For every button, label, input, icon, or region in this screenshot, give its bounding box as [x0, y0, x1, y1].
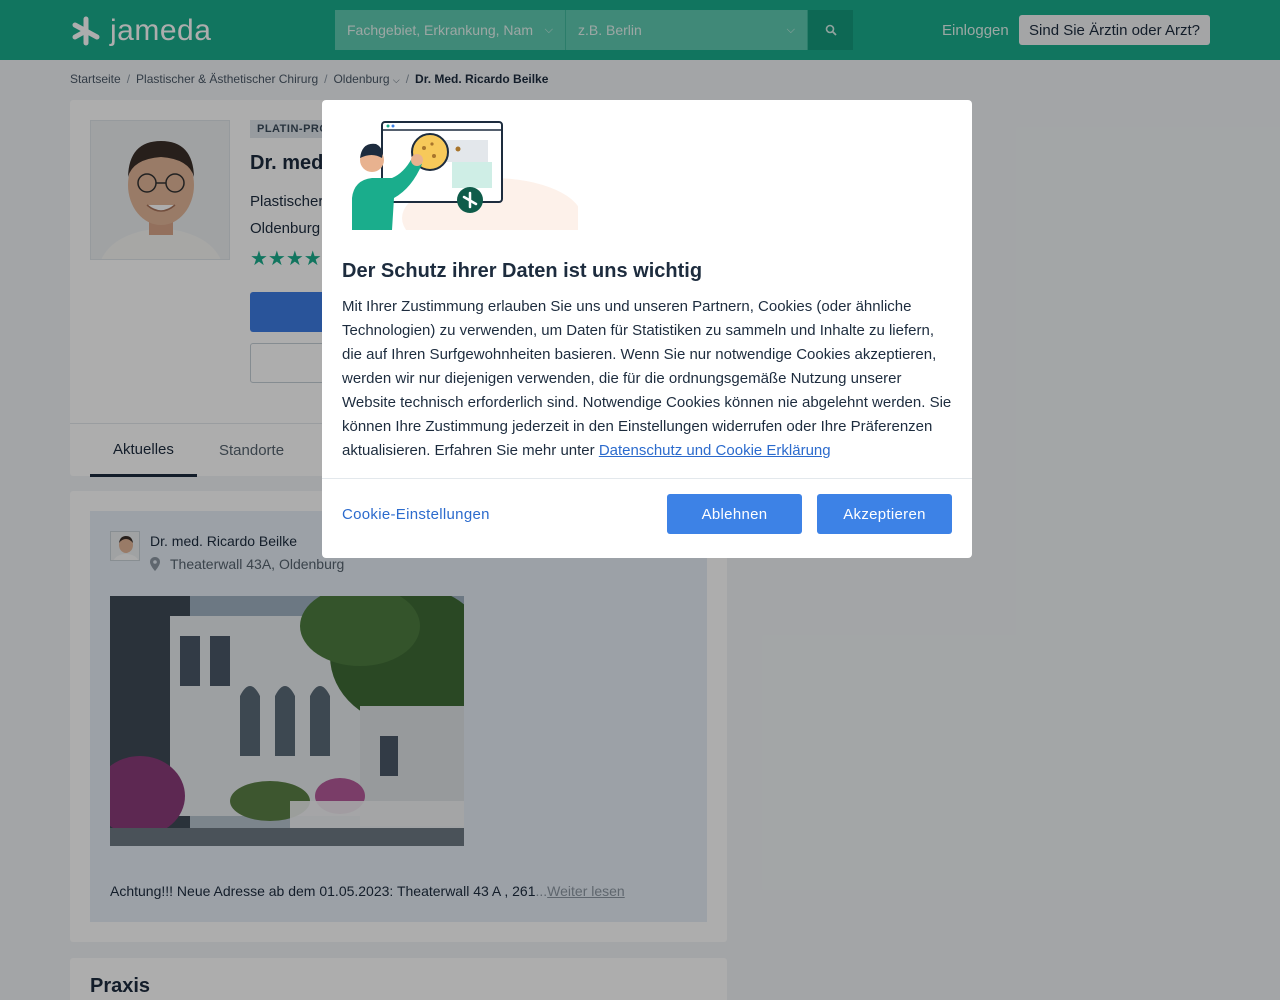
consent-title: Der Schutz ihrer Daten ist uns wichtig — [342, 260, 703, 282]
consent-divider — [322, 478, 972, 479]
privacy-policy-link[interactable]: Datenschutz und Cookie Erklärung — [599, 442, 831, 459]
reject-cookies-button[interactable]: Ablehnen — [667, 494, 802, 534]
cookie-settings-link[interactable]: Cookie-Einstellungen — [342, 506, 490, 523]
cookie-illustration — [342, 118, 582, 258]
cookie-consent-dialog: Der Schutz ihrer Daten ist uns wichtig M… — [322, 100, 972, 558]
consent-body-text: Mit Ihrer Zustimmung erlauben Sie uns un… — [342, 298, 952, 459]
consent-body: Mit Ihrer Zustimmung erlauben Sie uns un… — [342, 295, 957, 463]
accept-cookies-button[interactable]: Akzeptieren — [817, 494, 952, 534]
